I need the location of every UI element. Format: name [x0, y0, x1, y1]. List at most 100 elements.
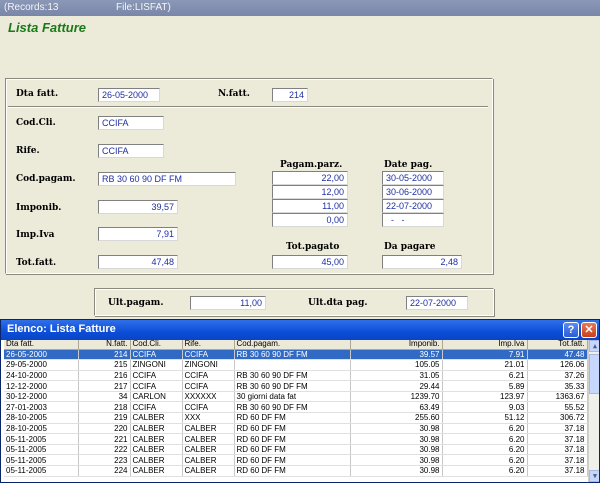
table-cell: CCIFA	[182, 370, 235, 382]
table-cell: CCIFA	[130, 401, 183, 414]
file-name: File:LISFAT)	[116, 2, 171, 13]
table-cell: 30.98	[350, 444, 443, 456]
table-cell: 5.89	[442, 380, 528, 392]
table-cell: 219	[78, 412, 131, 424]
table-cell: CALBER	[130, 444, 183, 456]
table-cell: 63.49	[350, 401, 443, 414]
table-cell: 214	[78, 349, 131, 361]
ult-dta-pag-field[interactable]: 22-07-2000	[406, 296, 468, 310]
column-header[interactable]: Cod.Cli.	[130, 340, 183, 350]
da-pagare-field[interactable]: 2,48	[382, 255, 462, 269]
tot-pagato-field[interactable]: 45,00	[272, 255, 348, 269]
cod-pagam-field[interactable]: RB 30 60 90 DF FM	[98, 172, 236, 186]
table-cell: 224	[78, 465, 131, 477]
table-cell: RB 30 60 90 DF FM	[234, 380, 351, 392]
table-cell: CALBER	[130, 454, 183, 467]
ult-pagam-label: Ult.pagam.	[108, 298, 164, 308]
n-fatt-field[interactable]: 214	[272, 88, 308, 102]
column-header[interactable]: Tot.fatt.	[527, 340, 588, 350]
table-cell: 29.44	[350, 380, 443, 392]
chevron-down-icon[interactable]: ▼	[589, 470, 599, 482]
table-cell: 218	[78, 401, 131, 414]
table-cell: CALBER	[182, 423, 235, 435]
table-cell: XXX	[182, 412, 235, 424]
table-cell: CCIFA	[130, 380, 183, 392]
list-window-titlebar[interactable]: Elenco: Lista Fatture ? ✕	[1, 320, 599, 340]
help-button[interactable]: ?	[563, 322, 579, 338]
date-pag-1[interactable]: 30-05-2000	[382, 171, 444, 185]
table-cell: 30 giorni data fat	[234, 391, 351, 403]
table-row[interactable]: 05-11-2005 224 CALBER CALBER RD 60 DF FM 30.9…	[4, 465, 588, 477]
pagam-parz-3[interactable]: 11,00	[272, 199, 348, 213]
column-header[interactable]: Imp.Iva	[442, 340, 528, 350]
table-cell: 217	[78, 380, 131, 392]
vertical-scrollbar[interactable]: ▲ ▼	[588, 340, 599, 482]
table-cell: RD 60 DF FM	[234, 444, 351, 456]
table-cell: 29-05-2000	[4, 359, 79, 371]
table-row[interactable]: 30-12-2000 34 CARLON XXXXXX 30 giorni data f…	[4, 391, 588, 403]
table-row[interactable]: 24-10-2000 216 CCIFA CCIFA RB 30 60 90 DF FM…	[4, 370, 588, 382]
table-row[interactable]: 05-11-2005 221 CALBER CALBER RD 60 DF FM 30.9…	[4, 433, 588, 445]
table-cell: CCIFA	[130, 349, 183, 361]
table-cell: CCIFA	[182, 349, 235, 361]
ult-pagam-field[interactable]: 11,00	[190, 296, 266, 310]
column-header[interactable]: Imponib.	[350, 340, 443, 350]
pagam-parz-2[interactable]: 12,00	[272, 185, 348, 199]
cod-cli-label: Cod.Cli.	[16, 118, 56, 128]
tot-fatt-field[interactable]: 47,48	[98, 255, 178, 269]
table-cell: 55.52	[527, 401, 588, 414]
table-cell: 24-10-2000	[4, 370, 79, 382]
table-cell: CALBER	[130, 465, 183, 477]
close-button[interactable]: ✕	[581, 322, 597, 338]
table-cell: CALBER	[182, 433, 235, 445]
table-cell: CALBER	[182, 465, 235, 477]
table-row[interactable]: 29-05-2000 215 ZINGONI ZINGONI 105.05 21.01 12…	[4, 359, 588, 371]
table-row[interactable]: 27-01-2003 218 CCIFA CCIFA RB 30 60 90 DF FM…	[4, 401, 588, 414]
table-row[interactable]: 28-10-2005 220 CALBER CALBER RD 60 DF FM 30.9…	[4, 423, 588, 435]
table-row[interactable]: 05-11-2005 223 CALBER CALBER RD 60 DF FM 30.9…	[4, 454, 588, 467]
dta-fatt-field[interactable]: 26-05-2000	[98, 88, 160, 102]
column-header[interactable]: Cod.pagam.	[234, 340, 351, 350]
table-cell: 28-10-2005	[4, 423, 79, 435]
column-header[interactable]: Rife.	[182, 340, 235, 350]
table-cell: CALBER	[130, 412, 183, 424]
pagam-parz-1[interactable]: 22,00	[272, 171, 348, 185]
table-row[interactable]: 28-10-2005 219 CALBER XXX RD 60 DF FM 255.60 5…	[4, 412, 588, 424]
table-cell: 21.01	[442, 359, 528, 371]
imp-iva-field[interactable]: 7,91	[98, 227, 178, 241]
table-cell: CCIFA	[130, 370, 183, 382]
imponib-field[interactable]: 39,57	[98, 200, 178, 214]
table-cell: 05-11-2005	[4, 433, 79, 445]
table-cell: CALBER	[182, 444, 235, 456]
table-cell: 34	[78, 391, 131, 403]
table-cell: RD 60 DF FM	[234, 465, 351, 477]
column-header[interactable]: N.fatt.	[78, 340, 131, 350]
date-pag-4[interactable]: - -	[382, 213, 444, 227]
table-row[interactable]: 12-12-2000 217 CCIFA CCIFA RB 30 60 90 DF FM…	[4, 380, 588, 392]
da-pagare-label: Da pagare	[384, 242, 436, 252]
table-cell: 37.18	[527, 433, 588, 445]
date-pag-3[interactable]: 22-07-2000	[382, 199, 444, 213]
table-cell: 28-10-2005	[4, 412, 79, 424]
dta-fatt-label: Dta fatt.	[16, 89, 59, 99]
table-row[interactable]: 05-11-2005 222 CALBER CALBER RD 60 DF FM 30.9…	[4, 444, 588, 456]
table-cell: 05-11-2005	[4, 444, 79, 456]
table-row[interactable]: 26-05-2000 214 CCIFA CCIFA RB 30 60 90 DF FM…	[4, 349, 588, 361]
table-cell: 30.98	[350, 433, 443, 445]
table-cell: RB 30 60 90 DF FM	[234, 370, 351, 382]
table-cell: CCIFA	[182, 380, 235, 392]
date-pag-2[interactable]: 30-06-2000	[382, 185, 444, 199]
rife-field[interactable]: CCIFA	[98, 144, 164, 158]
table-cell: 222	[78, 444, 131, 456]
column-header[interactable]: Dta fatt.	[4, 340, 79, 350]
pagam-parz-4[interactable]: 0,00	[272, 213, 348, 227]
scroll-thumb[interactable]	[589, 354, 599, 394]
table-cell: ZINGONI	[130, 359, 183, 371]
table-cell: 37.18	[527, 423, 588, 435]
chevron-up-icon[interactable]: ▲	[589, 340, 599, 352]
table-cell: 216	[78, 370, 131, 382]
cod-cli-field[interactable]: CCIFA	[98, 116, 164, 130]
table-cell: 215	[78, 359, 131, 371]
table-cell: 6.20	[442, 454, 528, 467]
table-cell: RB 30 60 90 DF FM	[234, 401, 351, 414]
